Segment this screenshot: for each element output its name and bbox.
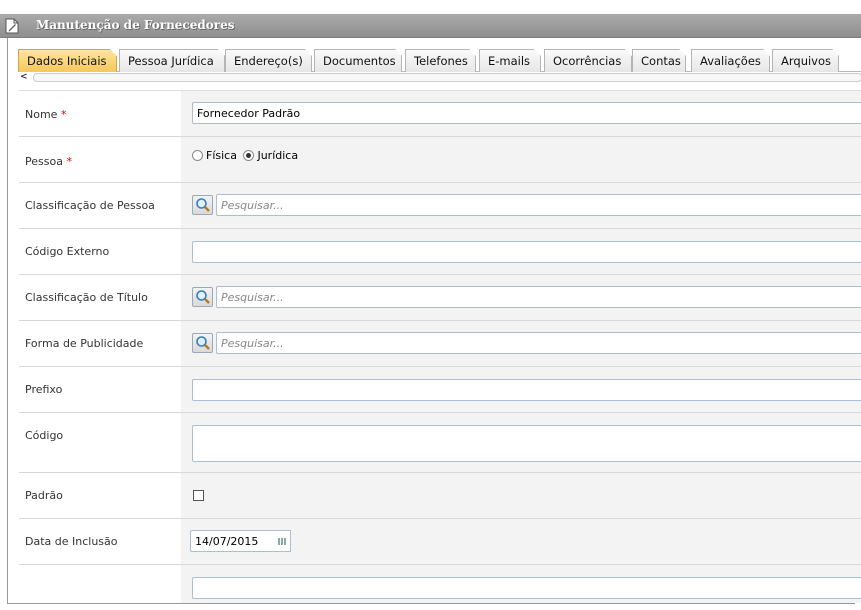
tab-telefones[interactable]: Telefones [405,49,476,72]
classificacao-titulo-search-button[interactable] [192,287,213,307]
codigo-textarea[interactable] [192,425,861,462]
forma-publicidade-search-button[interactable] [192,333,213,353]
field-label: Prefixo [25,383,63,396]
row-prefixo: Prefixo [19,367,861,413]
supplier-maintenance-window: Manutenção de Fornecedores Dados Iniciai… [0,14,861,610]
pessoa-radio-group: Física Jurídica [192,149,298,162]
supplier-form: Nome * Fornecedor Padrão Pessoa * Física… [19,90,861,603]
row-classificacao-pessoa: Classificação de Pessoa Pesquisar... [19,183,861,229]
field-label: Pessoa * [25,155,72,168]
classificacao-pessoa-search-button[interactable] [192,195,213,215]
row-classificacao-titulo: Classificação de Título Pesquisar... [19,275,861,321]
padrao-checkbox[interactable] [193,490,204,501]
tab-bar: Dados Iniciais Pessoa Jurídica Endereço(… [18,49,861,72]
field-label: Padrão [25,489,63,502]
row-nome: Nome * Fornecedor Padrão [19,91,861,137]
next-field-input[interactable] [192,577,861,599]
nome-input[interactable]: Fornecedor Padrão [192,102,861,124]
codigo-externo-input[interactable] [192,241,861,263]
field-label: Classificação de Pessoa [25,199,155,212]
radio-juridica-label[interactable]: Jurídica [257,149,298,162]
field-label: Nome * [25,108,67,121]
calendar-icon[interactable] [274,530,291,552]
tab-emails[interactable]: E-mails [479,49,541,72]
radio-juridica[interactable] [243,150,255,161]
required-mark: * [66,155,72,168]
row-codigo: Código [19,413,861,473]
radio-fisica-label[interactable]: Física [206,149,237,162]
content-frame: Dados Iniciais Pessoa Jurídica Endereço(… [7,38,861,603]
scroll-left-arrow-icon[interactable]: < [20,72,33,83]
tab-dados-iniciais[interactable]: Dados Iniciais [18,49,117,72]
tab-scrollbar[interactable] [33,73,861,82]
magnifier-icon [196,336,210,350]
magnifier-icon [196,290,210,304]
forma-publicidade-input[interactable]: Pesquisar... [216,332,861,354]
row-next-partial [19,565,861,603]
classificacao-pessoa-input[interactable]: Pesquisar... [216,194,861,216]
tab-contas[interactable]: Contas [632,49,686,72]
required-mark: * [60,108,67,121]
magnifier-icon [196,198,210,212]
row-pessoa: Pessoa * Física Jurídica [19,137,861,183]
radio-fisica[interactable] [192,150,203,161]
prefixo-input[interactable] [192,379,861,401]
classificacao-titulo-input[interactable]: Pesquisar... [216,286,861,308]
row-codigo-externo: Código Externo [19,229,861,275]
tab-scroller: < [18,72,861,83]
tab-enderecos[interactable]: Endereço(s) [225,49,312,72]
row-padrao: Padrão [19,473,861,519]
window-title: Manutenção de Fornecedores [36,18,235,32]
row-data-inclusao: Data de Inclusão 14/07/2015 [19,519,861,565]
tab-arquivos[interactable]: Arquivos [772,49,839,72]
tab-ocorrencias[interactable]: Ocorrências [544,49,632,72]
tab-pessoa-juridica[interactable]: Pessoa Jurídica [119,49,225,72]
field-label: Forma de Publicidade [25,337,144,350]
tab-avaliacoes[interactable]: Avaliações [691,49,770,72]
document-edit-icon [5,18,19,34]
title-bar: Manutenção de Fornecedores [0,14,861,38]
field-label: Código [25,429,64,442]
field-label: Data de Inclusão [25,535,118,548]
field-label: Classificação de Título [25,291,148,304]
tab-documentos[interactable]: Documentos [314,49,402,72]
field-label: Código Externo [25,245,110,258]
row-forma-publicidade: Forma de Publicidade Pesquisar... [19,321,861,367]
